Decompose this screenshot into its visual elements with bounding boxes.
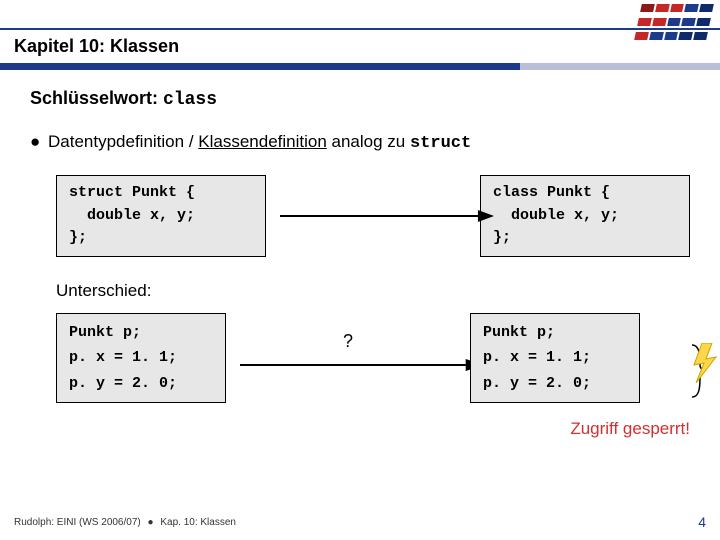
slide: Kapitel 10: Klassen Schlüsselwort: class… xyxy=(0,0,720,540)
footer-left: Rudolph: EINI (WS 2006/07) ● Kap. 10: Kl… xyxy=(14,517,236,528)
code-class: class Punkt { double x, y; }; xyxy=(480,175,690,257)
separator-dot-icon: ● xyxy=(144,517,158,528)
access-denied-text: Zugriff gesperrt! xyxy=(470,419,690,439)
arrow-icon xyxy=(280,206,494,226)
example-mid: ? xyxy=(226,313,470,401)
question-mark: ? xyxy=(226,331,470,352)
difference-label: Unterschied: xyxy=(56,281,690,301)
chapter-title: Kapitel 10: Klassen xyxy=(0,36,720,63)
arrow-zone xyxy=(266,191,480,241)
example-left: Punkt p; p. x = 1. 1; p. y = 2. 0; xyxy=(56,313,226,404)
keyword-prefix: Schlüsselwort: xyxy=(30,88,163,108)
bullet: ● Datentypdefinition / Klassendefinition… xyxy=(30,132,690,153)
footer: Rudolph: EINI (WS 2006/07) ● Kap. 10: Kl… xyxy=(0,514,720,530)
keyword-line: Schlüsselwort: class xyxy=(30,88,690,110)
bullet-underlined: Klassendefinition xyxy=(198,132,327,151)
arrow-icon xyxy=(240,355,484,375)
lightning-icon xyxy=(692,343,718,383)
content: Schlüsselwort: class ● Datentypdefinitio… xyxy=(30,88,690,439)
header-rule-bottom xyxy=(0,63,720,70)
bullet-kw: struct xyxy=(410,134,471,153)
example-comparison: Punkt p; p. x = 1. 1; p. y = 2. 0; ? Pun… xyxy=(56,313,690,440)
page-number: 4 xyxy=(698,514,706,530)
code-struct: struct Punkt { double x, y; }; xyxy=(56,175,266,257)
example-right: Punkt p; p. x = 1. 1; p. y = 2. 0; xyxy=(470,313,640,404)
code-comparison: struct Punkt { double x, y; }; class Pun… xyxy=(56,175,690,257)
bullet-text: Datentypdefinition / Klassendefinition a… xyxy=(48,132,471,153)
header: Kapitel 10: Klassen xyxy=(0,28,720,70)
keyword-code: class xyxy=(163,90,217,110)
bullet-pre: Datentypdefinition / xyxy=(48,132,198,151)
bullet-dot-icon: ● xyxy=(30,132,48,152)
bullet-post: analog zu xyxy=(327,132,410,151)
footer-author: Rudolph: EINI (WS 2006/07) xyxy=(14,517,141,528)
example-right-wrap: Punkt p; p. x = 1. 1; p. y = 2. 0; Zugri… xyxy=(470,313,690,440)
header-rule-top xyxy=(0,28,720,30)
footer-chapter: Kap. 10: Klassen xyxy=(160,517,236,528)
